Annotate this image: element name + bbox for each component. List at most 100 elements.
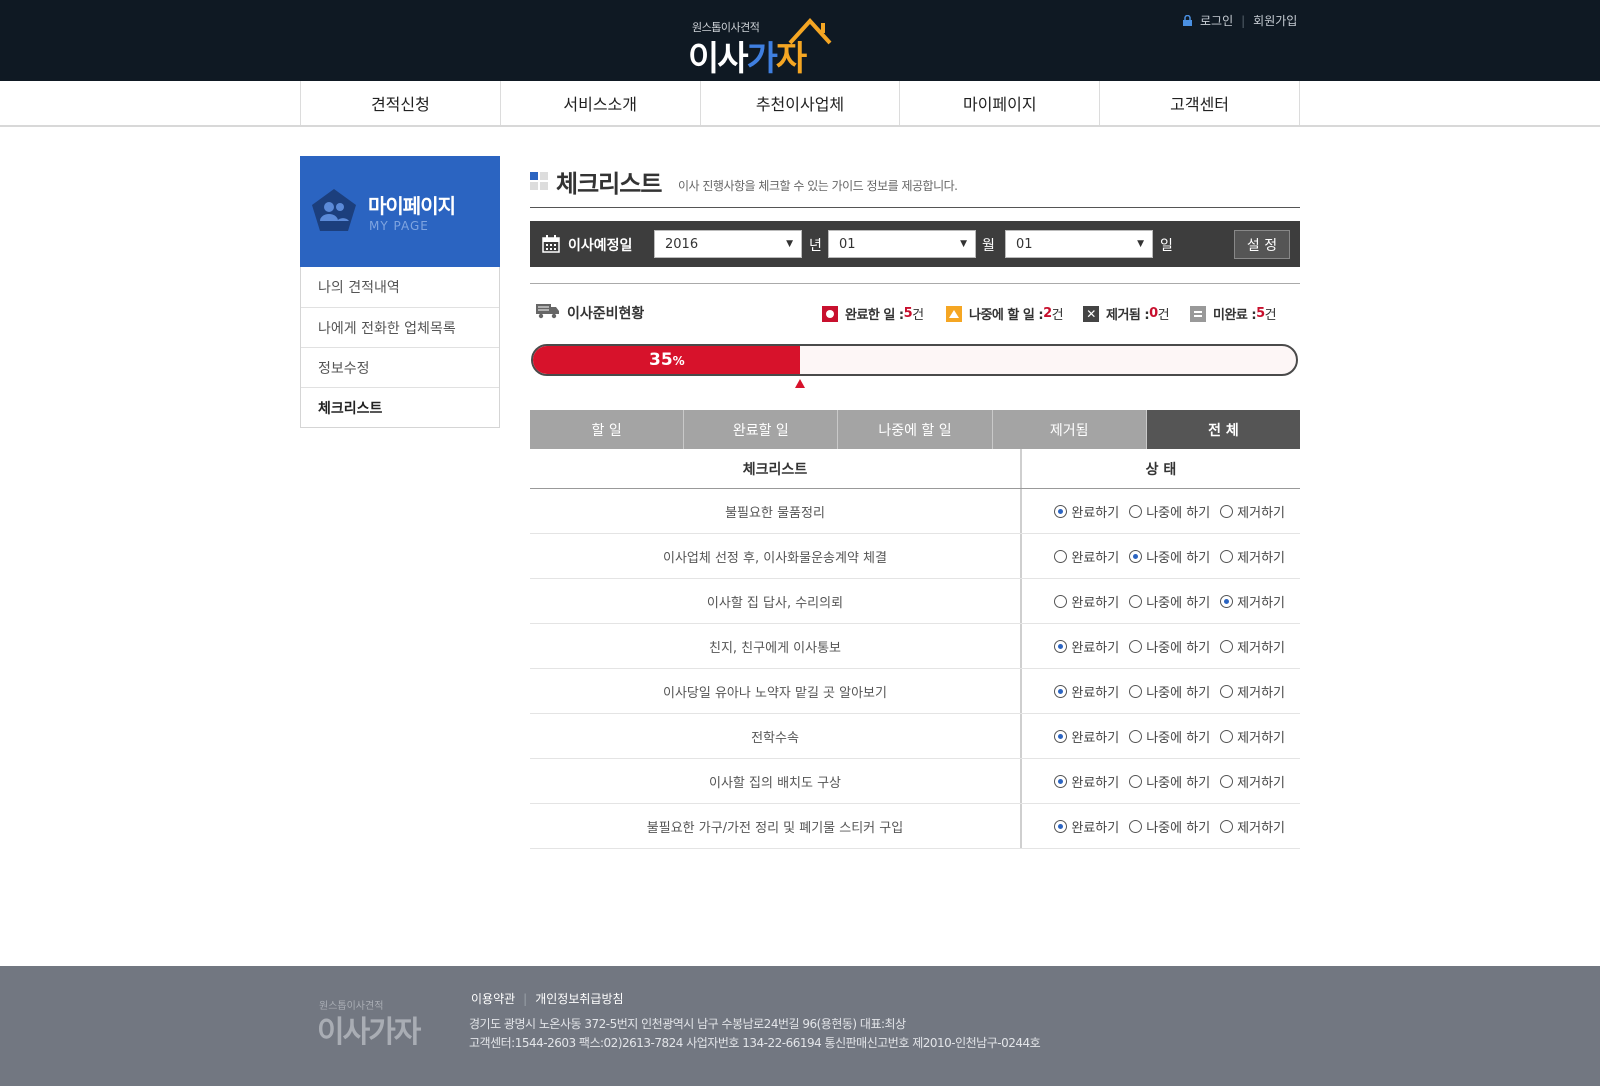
radio-button-icon[interactable] bbox=[1129, 594, 1143, 608]
radio-complete[interactable]: 완료하기 bbox=[1054, 637, 1119, 656]
radio-label: 제거하기 bbox=[1237, 505, 1285, 521]
radio-button-icon[interactable] bbox=[1054, 729, 1068, 743]
radio-remove[interactable]: 제거하기 bbox=[1220, 502, 1285, 521]
radio-label: 제거하기 bbox=[1237, 640, 1285, 656]
month-select[interactable]: 01 ▼ bbox=[828, 230, 976, 258]
page-title-area: 체크리스트 이사 진행사항을 체크할 수 있는 가이드 정보를 제공합니다. bbox=[530, 160, 1300, 208]
tab-all[interactable]: 전 체 bbox=[1146, 410, 1301, 449]
nav-mypage[interactable]: 마이페이지 bbox=[900, 81, 1101, 125]
radio-label: 제거하기 bbox=[1237, 730, 1285, 746]
sidebar-item-my-estimates[interactable]: 나의 견적내역 bbox=[301, 267, 499, 307]
radio-remove[interactable]: 제거하기 bbox=[1220, 547, 1285, 566]
radio-remove[interactable]: 제거하기 bbox=[1220, 682, 1285, 701]
tab-todo[interactable]: 할 일 bbox=[530, 410, 685, 449]
privacy-policy-link[interactable]: 개인정보취급방침 bbox=[535, 990, 623, 1007]
radio-later[interactable]: 나중에 하기 bbox=[1129, 502, 1210, 521]
signup-link[interactable]: 회원가입 bbox=[1253, 12, 1297, 29]
login-link[interactable]: 로그인 bbox=[1200, 12, 1233, 29]
removed-icon: ✕ bbox=[1083, 305, 1099, 322]
nav-recommended-movers[interactable]: 추천이사업체 bbox=[701, 81, 901, 125]
sidebar-menu: 나의 견적내역 나에게 전화한 업체목록 정보수정 체크리스트 bbox=[300, 267, 500, 428]
radio-later[interactable]: 나중에 하기 bbox=[1129, 547, 1210, 566]
nav-estimate-request[interactable]: 견적신청 bbox=[301, 81, 501, 125]
radio-label: 나중에 하기 bbox=[1146, 595, 1211, 611]
radio-label: 완료하기 bbox=[1071, 550, 1120, 566]
radio-button-icon[interactable] bbox=[1129, 549, 1143, 563]
radio-later[interactable]: 나중에 하기 bbox=[1129, 772, 1210, 791]
table-row: 이사업체 선정 후, 이사화물운송계약 체결 완료하기 나중에 하기 제거하기 bbox=[530, 534, 1300, 579]
radio-later[interactable]: 나중에 하기 bbox=[1129, 637, 1210, 656]
terms-link[interactable]: 이용약관 bbox=[471, 990, 515, 1007]
radio-later[interactable]: 나중에 하기 bbox=[1129, 817, 1210, 836]
util-divider: | bbox=[1241, 13, 1246, 28]
radio-complete[interactable]: 완료하기 bbox=[1054, 772, 1119, 791]
tab-later[interactable]: 나중에 할 일 bbox=[838, 410, 993, 449]
status-options: 완료하기 나중에 하기 제거하기 bbox=[1022, 579, 1300, 623]
radio-remove[interactable]: 제거하기 bbox=[1220, 637, 1285, 656]
radio-button-icon[interactable] bbox=[1220, 774, 1234, 788]
progress-percent: 35% bbox=[649, 350, 685, 370]
radio-complete[interactable]: 완료하기 bbox=[1054, 502, 1119, 521]
radio-label: 제거하기 bbox=[1237, 595, 1285, 611]
radio-button-icon[interactable] bbox=[1054, 594, 1068, 608]
radio-button-icon[interactable] bbox=[1054, 774, 1068, 788]
radio-remove[interactable]: 제거하기 bbox=[1220, 772, 1285, 791]
site-logo[interactable]: 원스톱이사견적 이사가자 bbox=[688, 17, 838, 79]
nav-service-intro[interactable]: 서비스소개 bbox=[501, 81, 701, 125]
footer-link-divider: | bbox=[523, 991, 528, 1006]
divider bbox=[530, 283, 1300, 284]
tab-removed[interactable]: 제거됨 bbox=[992, 410, 1147, 449]
sidebar-item-called-companies[interactable]: 나에게 전화한 업체목록 bbox=[301, 307, 499, 347]
radio-label: 나중에 하기 bbox=[1146, 640, 1211, 656]
checklist-task: 친지, 친구에게 이사통보 bbox=[530, 624, 1022, 668]
radio-button-icon[interactable] bbox=[1054, 819, 1068, 833]
radio-button-icon[interactable] bbox=[1220, 639, 1234, 653]
status-options: 완료하기 나중에 하기 제거하기 bbox=[1022, 534, 1300, 578]
radio-button-icon[interactable] bbox=[1129, 639, 1143, 653]
radio-remove[interactable]: 제거하기 bbox=[1220, 817, 1285, 836]
sidebar-subtitle: MY PAGE bbox=[369, 219, 429, 233]
progress-marker-icon bbox=[795, 379, 805, 388]
radio-button-icon[interactable] bbox=[1129, 684, 1143, 698]
checklist-task: 전학수속 bbox=[530, 714, 1022, 758]
radio-button-icon[interactable] bbox=[1054, 684, 1068, 698]
radio-button-icon[interactable] bbox=[1220, 504, 1234, 518]
set-date-button[interactable]: 설 정 bbox=[1234, 230, 1290, 259]
checklist-tabs: 할 일 완료할 일 나중에 할 일 제거됨 전 체 bbox=[530, 410, 1301, 449]
radio-remove[interactable]: 제거하기 bbox=[1220, 727, 1285, 746]
radio-label: 완료하기 bbox=[1071, 595, 1120, 611]
sidebar-item-checklist[interactable]: 체크리스트 bbox=[301, 387, 499, 427]
radio-button-icon[interactable] bbox=[1220, 819, 1234, 833]
radio-button-icon[interactable] bbox=[1129, 819, 1143, 833]
year-select[interactable]: 2016 ▼ bbox=[654, 230, 802, 258]
legend-later: 나중에 할 일 : 2건 bbox=[946, 304, 1064, 323]
radio-label: 나중에 하기 bbox=[1146, 550, 1211, 566]
radio-button-icon[interactable] bbox=[1054, 549, 1068, 563]
radio-button-icon[interactable] bbox=[1220, 684, 1234, 698]
radio-button-icon[interactable] bbox=[1129, 729, 1143, 743]
radio-complete[interactable]: 완료하기 bbox=[1054, 547, 1119, 566]
radio-complete[interactable]: 완료하기 bbox=[1054, 727, 1119, 746]
title-squares-icon bbox=[530, 172, 550, 192]
radio-complete[interactable]: 완료하기 bbox=[1054, 817, 1119, 836]
radio-later[interactable]: 나중에 하기 bbox=[1129, 592, 1210, 611]
nav-customer-center[interactable]: 고객센터 bbox=[1100, 81, 1300, 125]
radio-button-icon[interactable] bbox=[1129, 774, 1143, 788]
radio-button-icon[interactable] bbox=[1220, 729, 1234, 743]
radio-button-icon[interactable] bbox=[1054, 639, 1068, 653]
day-unit: 일 bbox=[1160, 238, 1173, 254]
radio-complete[interactable]: 완료하기 bbox=[1054, 592, 1119, 611]
day-select[interactable]: 01 ▼ bbox=[1005, 230, 1153, 258]
sidebar-item-edit-info[interactable]: 정보수정 bbox=[301, 347, 499, 387]
radio-button-icon[interactable] bbox=[1054, 504, 1068, 518]
checklist-table: 체크리스트 상 태 불필요한 물품정리 완료하기 나중에 하기 제거하기 이사업체 선정… bbox=[530, 449, 1300, 849]
radio-button-icon[interactable] bbox=[1220, 594, 1234, 608]
radio-button-icon[interactable] bbox=[1220, 549, 1234, 563]
radio-complete[interactable]: 완료하기 bbox=[1054, 682, 1119, 701]
radio-later[interactable]: 나중에 하기 bbox=[1129, 682, 1210, 701]
tab-to-complete[interactable]: 완료할 일 bbox=[684, 410, 839, 449]
radio-later[interactable]: 나중에 하기 bbox=[1129, 727, 1210, 746]
radio-label: 제거하기 bbox=[1237, 550, 1285, 566]
radio-remove[interactable]: 제거하기 bbox=[1220, 592, 1285, 611]
radio-button-icon[interactable] bbox=[1129, 504, 1143, 518]
